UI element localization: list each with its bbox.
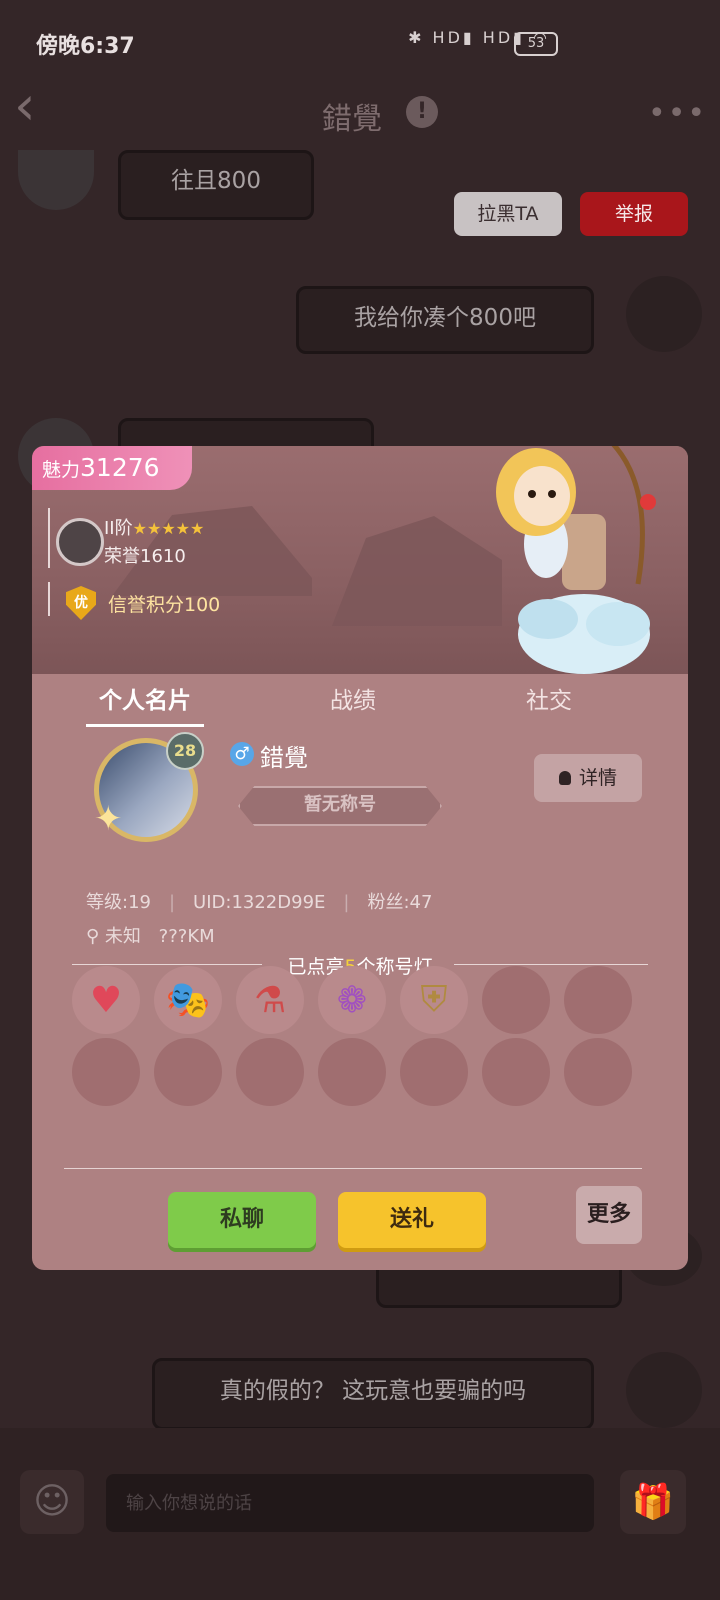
emoji-icon[interactable]: ☺ — [20, 1470, 84, 1534]
gift-box-icon[interactable]: 🎁 — [620, 1470, 686, 1534]
avatar[interactable] — [626, 1352, 702, 1428]
details-label: 详情 — [578, 767, 617, 789]
rank-emblem-icon — [56, 518, 104, 566]
empty-title-light-slot[interactable] — [236, 1038, 304, 1106]
back-chevron-icon[interactable]: ‹ — [14, 79, 64, 134]
flower-crest-icon[interactable]: ❁ — [318, 966, 386, 1034]
chat-bubble-right: 真的假的？ 这玩意也要骗的吗 — [152, 1358, 594, 1430]
status-time: 傍晚6:37 — [36, 34, 135, 59]
user-fans: 粉丝:47 — [367, 892, 433, 913]
empty-title-light-slot[interactable] — [564, 1038, 632, 1106]
user-uid: UID:1322D99E — [193, 892, 326, 913]
message-text: 真的假的？ 这玩意也要骗的吗 — [219, 1378, 527, 1404]
tab-social[interactable]: 社交 — [490, 676, 608, 726]
empty-title-light-slot[interactable] — [72, 1038, 140, 1106]
separator: | — [168, 892, 176, 913]
title-plate: 暂无称号 — [238, 786, 442, 826]
rank-text: II阶★★★★★ — [104, 514, 204, 540]
block-button[interactable]: 拉黑TA — [454, 192, 562, 236]
shield-sword-icon[interactable]: ⛨ — [400, 966, 468, 1034]
avatar[interactable] — [626, 276, 702, 352]
character-image — [496, 446, 656, 674]
heart-gem-icon[interactable]: ♥ — [72, 966, 140, 1034]
person-icon — [558, 771, 571, 785]
profile-card: 魅力31276 II阶★★★★★ 荣誉1610 优 信誉积分100 个人名片 战… — [32, 446, 688, 1270]
divider — [48, 582, 50, 616]
message-text: 往且800 — [171, 168, 261, 194]
nickname: 錯覺 — [260, 744, 308, 772]
hero-scenery — [332, 516, 502, 626]
status-bar: 傍晚6:37 ✱ HD▮ HD▮ ◠ 53 — [0, 0, 720, 82]
message-text: 我给你凑个800吧 — [354, 305, 536, 331]
report-button[interactable]: 举报 — [580, 192, 688, 236]
empty-title-light-slot[interactable] — [564, 966, 632, 1034]
tab-records[interactable]: 战绩 — [294, 676, 412, 726]
private-chat-button[interactable]: 私聊 — [168, 1192, 316, 1248]
tab-profile-card[interactable]: 个人名片 — [86, 676, 204, 726]
empty-title-light-slot[interactable] — [482, 1038, 550, 1106]
avatar[interactable] — [18, 150, 94, 210]
location-text: 未知 — [104, 926, 141, 947]
more-button[interactable]: 更多 — [576, 1186, 642, 1244]
meta-row: 等级:19 | UID:1322D99E | 粉丝:47 — [86, 888, 432, 914]
charm-value: 31276 — [80, 453, 160, 482]
credit-score: 信誉积分100 — [108, 594, 221, 616]
honor-label: 荣誉 — [104, 546, 140, 567]
empty-title-light-slot[interactable] — [400, 1038, 468, 1106]
rank-label: II阶 — [104, 518, 133, 539]
more-dots-icon[interactable]: ••• — [648, 96, 707, 131]
distance-text: ???KM — [158, 926, 215, 947]
user-level: 等级:19 — [86, 892, 151, 913]
divider — [48, 508, 50, 568]
info-icon[interactable]: ! — [406, 96, 438, 128]
profile-tabs: 个人名片 战绩 社交 — [32, 676, 688, 732]
charm-tag: 魅力31276 — [32, 446, 192, 490]
page-title: 錯覺 — [322, 102, 382, 137]
location-row: ⚲ 未知 ???KM — [86, 922, 215, 948]
divider — [64, 1168, 642, 1169]
level-badge: 28 — [166, 732, 204, 770]
star-badge-icon: ✦ — [94, 799, 123, 839]
battery-icon: 53 — [514, 32, 558, 56]
honor-text: 荣誉1610 — [104, 542, 186, 568]
male-icon: ♂ — [230, 742, 254, 766]
separator: | — [343, 892, 350, 913]
chat-bubble-right: 我给你凑个800吧 — [296, 286, 594, 354]
empty-title-light-slot[interactable] — [318, 1038, 386, 1106]
message-input[interactable] — [106, 1474, 594, 1532]
rank-stars-icon: ★★★★★ — [132, 519, 205, 538]
honor-value: 1610 — [140, 546, 186, 567]
masks-icon[interactable]: 🎭 — [154, 966, 222, 1034]
chat-bubble-left: 往且800 — [118, 150, 314, 220]
empty-title-light-slot[interactable] — [154, 1038, 222, 1106]
empty-title-light-slot[interactable] — [482, 966, 550, 1034]
charm-label: 魅力 — [42, 459, 81, 481]
tab-underline — [86, 724, 204, 727]
potions-icon[interactable]: ⚗ — [236, 966, 304, 1034]
location-pin-icon: ⚲ — [86, 926, 100, 947]
send-gift-button[interactable]: 送礼 — [338, 1192, 486, 1248]
details-button[interactable]: 详情 — [534, 754, 642, 802]
